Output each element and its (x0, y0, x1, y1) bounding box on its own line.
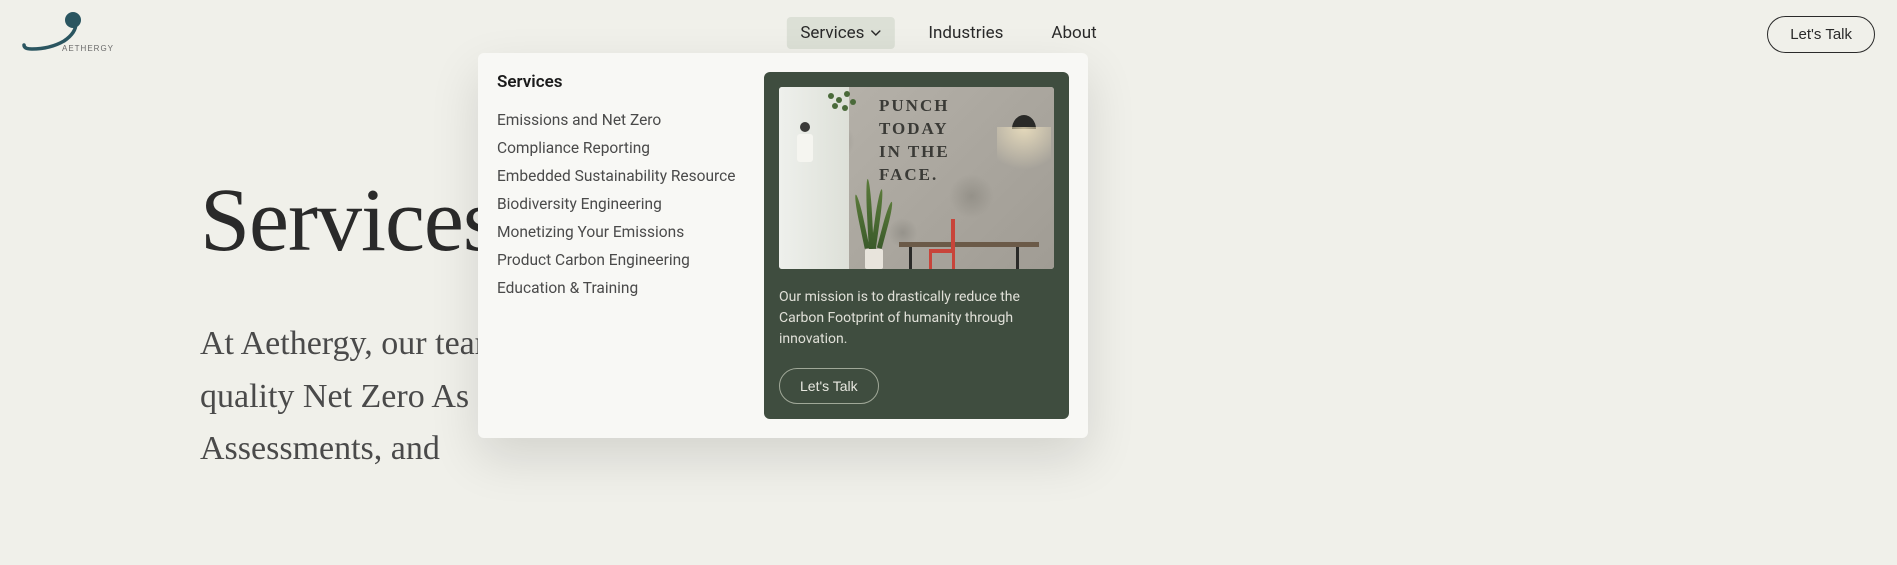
nav-label: Services (800, 23, 864, 43)
promo-mission-text: Our mission is to drastically reduce the… (779, 287, 1054, 350)
mega-menu-link-emissions[interactable]: Emissions and Net Zero (497, 106, 744, 134)
mega-menu-link-carbon[interactable]: Product Carbon Engineering (497, 246, 744, 274)
hero-line: quality Net Zero As (200, 378, 469, 415)
mega-menu-link-monetizing[interactable]: Monetizing Your Emissions (497, 218, 744, 246)
mega-menu-link-compliance[interactable]: Compliance Reporting (497, 134, 744, 162)
mega-menu-promo-card: PUNCH TODAY IN THE FACE. (764, 72, 1069, 419)
mega-menu-heading: Services (497, 72, 744, 92)
promo-image-text: PUNCH TODAY IN THE FACE. (879, 95, 950, 187)
hero-line: At Aethergy, our team (200, 325, 501, 362)
nav-item-about[interactable]: About (1037, 17, 1110, 49)
logo-icon: AETHERGY (20, 11, 130, 55)
promo-cta-button[interactable]: Let's Talk (779, 368, 879, 404)
nav-item-services[interactable]: Services (786, 17, 894, 49)
chevron-down-icon (870, 28, 880, 38)
nav-item-industries[interactable]: Industries (914, 17, 1017, 49)
mega-menu-link-embedded[interactable]: Embedded Sustainability Resource (497, 162, 744, 190)
services-mega-menu: Services Emissions and Net Zero Complian… (478, 53, 1088, 438)
nav-label: About (1051, 23, 1096, 43)
header-cta-button[interactable]: Let's Talk (1767, 16, 1875, 53)
nav-label: Industries (928, 23, 1003, 43)
mega-menu-link-biodiversity[interactable]: Biodiversity Engineering (497, 190, 744, 218)
hero-line: Assessments, and (200, 430, 440, 467)
svg-text:AETHERGY: AETHERGY (62, 44, 114, 53)
promo-image: PUNCH TODAY IN THE FACE. (779, 87, 1054, 269)
primary-nav: Services Industries About (786, 17, 1110, 49)
mega-menu-link-education[interactable]: Education & Training (497, 274, 744, 302)
mega-menu-links-column: Services Emissions and Net Zero Complian… (497, 72, 744, 419)
brand-logo[interactable]: AETHERGY (20, 11, 130, 55)
